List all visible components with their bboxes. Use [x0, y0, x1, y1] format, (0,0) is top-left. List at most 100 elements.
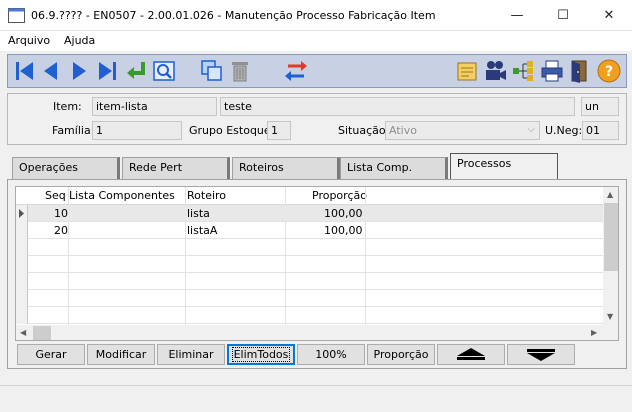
uneg-field[interactable]: 01 — [582, 121, 619, 140]
row-indicator — [16, 290, 28, 307]
grid-header: Seq Lista Componentes Roteiro Proporção — [16, 187, 603, 205]
move-up-button[interactable] — [437, 344, 505, 365]
empty-grid-row — [16, 290, 603, 307]
exchange-button[interactable] — [283, 58, 309, 84]
empty-grid-row — [16, 273, 603, 290]
tab-operacoes[interactable]: Operações — [12, 157, 120, 179]
item-label: Item: — [53, 100, 82, 113]
horizontal-scroll-thumb[interactable] — [33, 326, 51, 340]
current-row-arrow-icon — [19, 209, 24, 218]
familia-field[interactable]: 1 — [92, 121, 182, 140]
report-button[interactable] — [454, 58, 480, 84]
copy-icon — [201, 60, 222, 81]
elim-todos-label: ElimTodos — [231, 347, 291, 362]
copy-button[interactable] — [199, 58, 225, 84]
report-icon — [457, 62, 477, 81]
cem-porcento-button[interactable]: 100% — [297, 344, 365, 365]
scroll-left-icon[interactable]: ◀ — [20, 328, 26, 337]
tab-rede-pert[interactable]: Rede Pert — [122, 157, 230, 179]
search-zoom-icon — [153, 61, 175, 81]
gerar-button[interactable]: Gerar — [17, 344, 85, 365]
first-record-icon — [16, 62, 33, 80]
hierarchy-icon — [513, 61, 533, 81]
next-record-icon — [73, 62, 86, 80]
tab-roteiros[interactable]: Roteiros — [232, 157, 340, 179]
empty-grid-row — [16, 256, 603, 273]
goto-record-icon — [127, 62, 145, 79]
row-indicator — [16, 273, 28, 290]
exit-icon — [571, 60, 587, 83]
previous-record-icon — [44, 62, 57, 80]
cell-seq: 20 — [54, 224, 68, 237]
row-indicator — [16, 205, 28, 222]
menu-bar: Arquivo Ajuda — [0, 31, 632, 51]
row-indicator — [16, 256, 28, 273]
row-indicator — [16, 222, 28, 239]
hierarchy-button[interactable] — [510, 58, 536, 84]
move-up-icon — [457, 348, 485, 360]
help-icon: ? — [597, 59, 621, 83]
scroll-right-icon[interactable]: ▶ — [591, 328, 597, 337]
col-header-proporcao[interactable]: Proporção — [312, 189, 367, 202]
close-button[interactable]: ✕ — [586, 0, 632, 31]
delete-icon — [232, 62, 248, 82]
item-header-panel: Item: item-lista teste un Família: 1 Gru… — [7, 93, 627, 145]
proporcao-button[interactable]: Proporção — [367, 344, 435, 365]
exit-button[interactable] — [567, 58, 593, 84]
row-indicator — [16, 307, 28, 324]
table-row[interactable]: 10 lista 100,00 — [16, 205, 603, 222]
vertical-scroll-thumb[interactable] — [604, 203, 618, 271]
cell-proporcao: 100,00 — [324, 224, 363, 237]
col-header-roteiro[interactable]: Roteiro — [187, 189, 226, 202]
item-unit-field[interactable]: un — [581, 97, 619, 116]
processos-grid[interactable]: Seq Lista Componentes Roteiro Proporção … — [15, 186, 619, 341]
next-record-button[interactable] — [66, 58, 92, 84]
camera-button[interactable] — [482, 58, 508, 84]
situacao-value: Ativo — [389, 124, 417, 137]
minimize-button[interactable]: — — [494, 0, 540, 31]
tab-strip: Operações Rede Pert Roteiros Lista Comp.… — [12, 153, 572, 180]
title-bar: 06.9.???? - EN0507 - 2.00.01.026 - Manut… — [0, 0, 632, 31]
row-indicator — [16, 239, 28, 256]
cell-proporcao: 100,00 — [324, 207, 363, 220]
table-row[interactable]: 20 listaA 100,00 — [16, 222, 603, 239]
uneg-label: U.Neg: — [545, 124, 583, 137]
situacao-label: Situação: — [338, 124, 390, 137]
grupo-estoque-label: Grupo Estoque: — [189, 124, 275, 137]
menu-arquivo[interactable]: Arquivo — [8, 34, 50, 47]
status-bar — [0, 385, 632, 412]
horizontal-scrollbar[interactable]: ◀ ▶ — [16, 325, 618, 340]
cell-roteiro: lista — [187, 207, 210, 220]
previous-record-button[interactable] — [38, 58, 64, 84]
elim-todos-button[interactable]: ElimTodos — [227, 344, 295, 365]
camera-icon — [486, 61, 506, 80]
first-record-button[interactable] — [12, 58, 38, 84]
delete-button[interactable] — [227, 58, 253, 84]
col-header-lista-componentes[interactable]: Lista Componentes — [69, 189, 175, 202]
grupo-estoque-field[interactable]: 1 — [267, 121, 291, 140]
move-down-icon — [527, 349, 555, 361]
eliminar-button[interactable]: Eliminar — [157, 344, 225, 365]
modificar-button[interactable]: Modificar — [87, 344, 155, 365]
tab-lista-comp[interactable]: Lista Comp. — [340, 157, 448, 179]
item-description-field[interactable]: teste — [220, 97, 575, 116]
scroll-down-icon[interactable]: ▼ — [607, 312, 613, 321]
move-down-button[interactable] — [507, 344, 575, 365]
item-code-field[interactable]: item-lista — [92, 97, 217, 116]
vertical-scrollbar[interactable]: ▲ ▼ — [603, 187, 618, 326]
menu-ajuda[interactable]: Ajuda — [64, 34, 95, 47]
search-zoom-button[interactable] — [151, 58, 177, 84]
goto-record-button[interactable] — [124, 58, 150, 84]
scroll-up-icon[interactable]: ▲ — [607, 190, 613, 199]
col-header-seq[interactable]: Seq — [45, 189, 66, 202]
print-button[interactable] — [539, 58, 565, 84]
familia-label: Família: — [52, 124, 95, 137]
help-button[interactable]: ? — [596, 58, 622, 84]
last-record-button[interactable] — [94, 58, 120, 84]
maximize-button[interactable]: ☐ — [540, 0, 586, 31]
situacao-select[interactable]: Ativo ⌵ — [385, 121, 540, 140]
toolbar: ? — [7, 54, 627, 88]
tab-processos[interactable]: Processos — [450, 153, 558, 180]
last-record-icon — [99, 62, 116, 80]
svg-text:?: ? — [605, 64, 613, 80]
